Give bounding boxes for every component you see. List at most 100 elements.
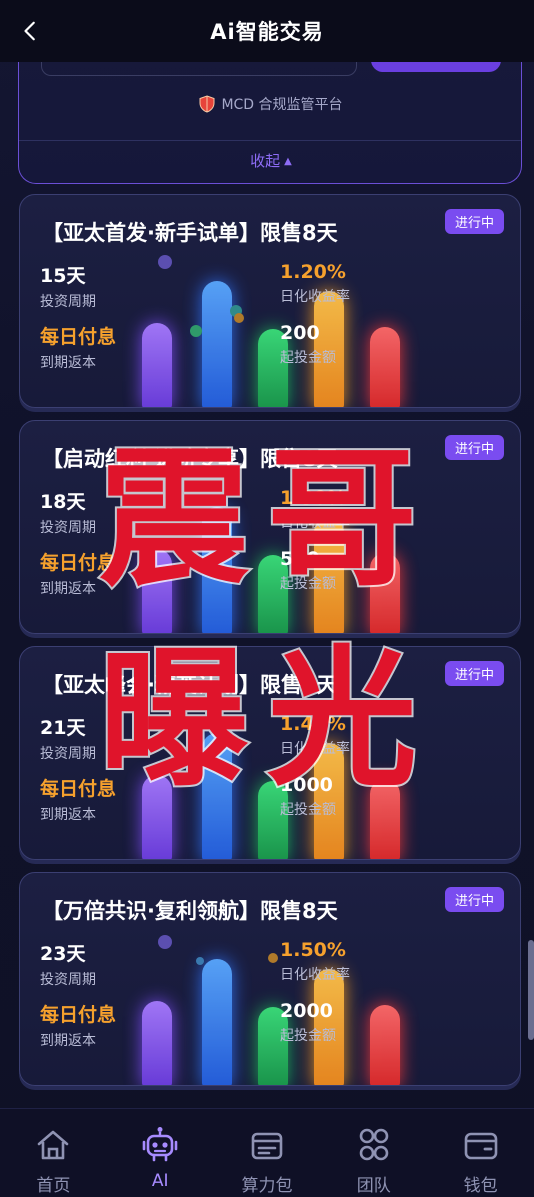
min-amount-label: 起投金额 [280, 1028, 336, 1044]
rate-metric: 1.30% 日化收益率 [280, 487, 350, 532]
period-label: 投资周期 [40, 972, 96, 988]
rate-value: 1.50% [280, 939, 346, 961]
decor-bar [370, 1005, 400, 1085]
shield-icon [199, 95, 215, 113]
rate-metric: 1.40% 日化收益率 [280, 713, 350, 758]
top-bar: Ai智能交易 [0, 0, 534, 62]
nav-item-wallet[interactable]: 钱包 [427, 1109, 534, 1197]
min-amount-label: 起投金额 [280, 350, 336, 366]
payout-label: 到期返本 [40, 581, 96, 597]
robot-icon [142, 1127, 178, 1162]
decor-dot [158, 255, 172, 269]
collapse-label: 收起 [250, 152, 281, 170]
decor-bar [142, 549, 172, 633]
decor-bar [202, 959, 232, 1085]
payout-value: 每日付息 [40, 778, 117, 800]
page-title: Ai智能交易 [210, 20, 324, 44]
rate-value: 1.30% [280, 487, 346, 509]
nav-item-ai[interactable]: AI [107, 1109, 214, 1197]
card-title: 【万倍共识·复利领航】限售8天 [42, 899, 338, 923]
decor-dot [234, 313, 244, 323]
home-icon [38, 1130, 69, 1160]
min-amount-value: 500 [280, 548, 320, 570]
platform-text: MCD 合规监管平台 [221, 97, 343, 113]
caret-up-icon: ▲ [284, 156, 292, 167]
payout-label: 到期返本 [40, 1033, 96, 1049]
decor-bar [370, 553, 400, 633]
min-amount-value: 200 [280, 322, 320, 344]
payout-label: 到期返本 [40, 807, 96, 823]
nav-label: 首页 [36, 1176, 71, 1196]
status-badge: 进行中 [444, 887, 504, 912]
wallet-icon [464, 1132, 497, 1160]
rate-label: 日化收益率 [280, 515, 350, 531]
decor-bar [202, 733, 232, 859]
back-arrow-icon [24, 21, 35, 41]
rate-metric: 1.50% 日化收益率 [280, 939, 350, 984]
min-amount-metric: 500 起投金额 [280, 548, 336, 593]
status-badge: 进行中 [444, 435, 504, 460]
payout-metric: 每日付息 到期返本 [40, 1000, 116, 1050]
rate-metric: 1.20% 日化收益率 [280, 261, 350, 306]
period-value: 21天 [40, 717, 86, 739]
product-card[interactable]: 【启动红利·进阶专享】限售8天 进行中 18天投资周期 1.30% 日化收益率 每… [19, 420, 521, 634]
decor-dot [230, 305, 242, 317]
nav-item-package[interactable]: 算力包 [214, 1109, 321, 1197]
nav-item-home[interactable]: 首页 [0, 1109, 107, 1197]
decor-dot [190, 325, 202, 337]
min-amount-label: 起投金额 [280, 576, 336, 592]
collapsed-panel: MCD 合规监管平台 收起 ▲ [18, 50, 522, 184]
rate-value: 1.20% [280, 261, 346, 283]
payout-value: 每日付息 [40, 326, 117, 348]
decor-dot [268, 953, 278, 963]
rate-label: 日化收益率 [280, 741, 350, 757]
card-title: 【亚太峰会·精英计划】限售8天 [42, 673, 338, 697]
back-button[interactable] [14, 14, 48, 48]
app-screen: Ai智能交易 MCD 合规监管平台 收起 ▲ 【亚太首发·新手试单】限售8天 进行… [0, 0, 534, 1197]
payout-label: 到期返本 [40, 355, 96, 371]
nav-label: AI [151, 1171, 169, 1191]
collapse-button[interactable]: 收起 ▲ [19, 150, 523, 171]
payout-metric: 每日付息 到期返本 [40, 774, 116, 824]
decor-bar [202, 281, 232, 407]
product-card[interactable]: 【亚太首发·新手试单】限售8天 进行中 15天投资周期 1.20% 日化收益率 每… [19, 194, 521, 408]
nav-label: 算力包 [241, 1176, 293, 1196]
decor-bar [202, 507, 232, 633]
period-value: 23天 [40, 943, 86, 965]
period-metric: 15天投资周期 [40, 261, 96, 311]
payout-metric: 每日付息 到期返本 [40, 548, 116, 598]
period-value: 18天 [40, 491, 86, 513]
rate-label: 日化收益率 [280, 289, 350, 305]
product-card[interactable]: 【万倍共识·复利领航】限售8天 进行中 23天投资周期 1.50% 日化收益率 每… [19, 872, 521, 1086]
rate-label: 日化收益率 [280, 967, 350, 983]
decor-bar [142, 323, 172, 407]
period-metric: 18天投资周期 [40, 487, 96, 537]
period-label: 投资周期 [40, 520, 96, 536]
min-amount-metric: 1000 起投金额 [280, 774, 336, 819]
divider [19, 140, 521, 141]
payout-value: 每日付息 [40, 1004, 117, 1026]
period-label: 投资周期 [40, 294, 96, 310]
decor-dot [196, 957, 204, 965]
product-card[interactable]: 【亚太峰会·精英计划】限售8天 进行中 21天 投资周期 1.40% 日化收益率 每… [19, 646, 521, 860]
period-label: 投资周期 [40, 746, 96, 762]
decor-bar [370, 327, 400, 407]
decor-bar [142, 1001, 172, 1085]
bottom-nav: 首页 AI 算力包 团队 钱包 [0, 1108, 534, 1197]
decor-bar [370, 779, 400, 859]
rate-value: 1.40% [280, 713, 346, 735]
decor-bar [142, 775, 172, 859]
min-amount-label: 起投金额 [280, 802, 336, 818]
min-amount-metric: 2000 起投金额 [280, 1000, 336, 1045]
payout-value: 每日付息 [40, 552, 117, 574]
status-badge: 进行中 [444, 209, 504, 234]
scrollbar[interactable] [528, 940, 534, 1040]
card-title: 【亚太首发·新手试单】限售8天 [42, 221, 338, 245]
period-value: 15天 [40, 265, 86, 287]
nav-item-team[interactable]: 团队 [320, 1109, 427, 1197]
card-title: 【启动红利·进阶专享】限售8天 [42, 447, 338, 471]
nav-label: 钱包 [463, 1176, 498, 1196]
platform-badge: MCD 合规监管平台 [19, 94, 523, 114]
package-icon [251, 1132, 283, 1160]
period-metric: 21天投资周期 [40, 713, 96, 763]
